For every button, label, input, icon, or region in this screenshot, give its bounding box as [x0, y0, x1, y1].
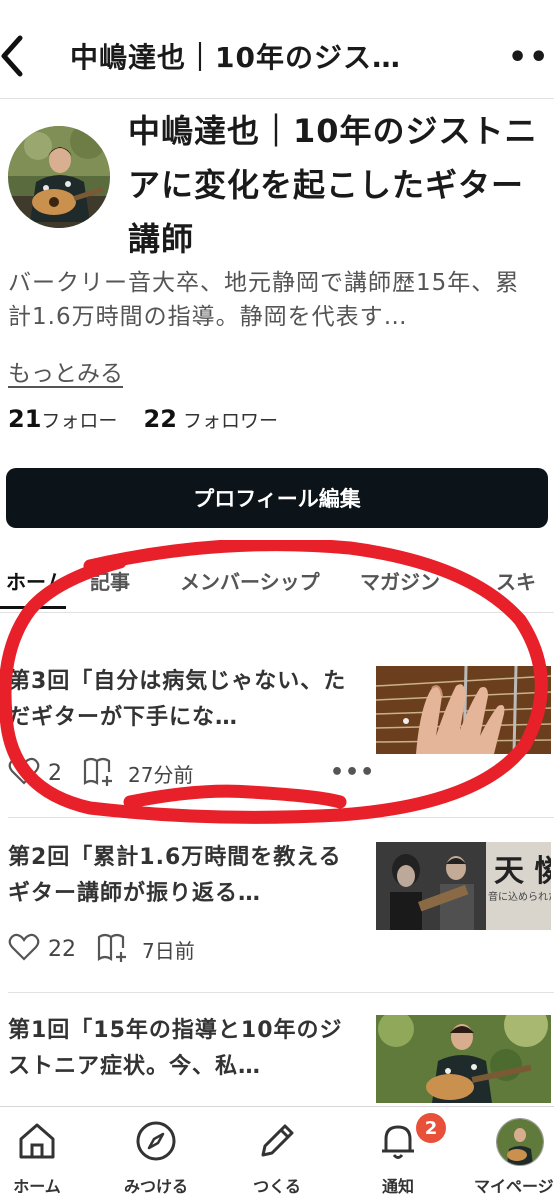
page-title: 中嶋達也｜10年のジス… [70, 41, 401, 74]
article-title[interactable]: 第1回「15年の指導と10年のジストニア症状。今、私… [8, 1013, 353, 1085]
bottom-navigation: ホーム みつける つくる 通知 マイページ [0, 1106, 554, 1200]
profile-bio: バークリー音大卒、地元静岡で講師歴15年、累計1.6万時間の指導。静岡を代表す… [8, 270, 520, 330]
article-meta: 2 27分前 [8, 756, 193, 791]
tab-home[interactable]: ホーム [6, 566, 65, 595]
nav-create[interactable]: つくる [222, 1107, 332, 1200]
article-timestamp: 27分前 [128, 763, 194, 787]
profile-name: 中嶋達也｜10年のジストニアに変化を起こしたギター講師 [128, 112, 538, 258]
article-thumbnail[interactable] [376, 666, 551, 754]
tab-likes[interactable]: スキ [496, 566, 536, 595]
top-bar: 中嶋達也｜10年のジス… ••• [0, 0, 554, 99]
article-thumbnail[interactable] [376, 1015, 551, 1103]
heart-icon[interactable] [8, 932, 40, 967]
home-icon [15, 1119, 59, 1163]
heart-icon[interactable] [8, 756, 40, 791]
article-timestamp: 7日前 [142, 939, 195, 963]
nav-mypage-label: マイページ [474, 1177, 554, 1196]
nav-discover-label: みつける [123, 1177, 188, 1196]
profile-tabs: ホーム 記事 メンバーシップ マガジン スキ [0, 556, 554, 613]
article-card[interactable]: 第3回「自分は病気じゃない、ただギターが下手にな… 2 27分前 ••• [0, 612, 554, 817]
more-options-icon[interactable]: ••• [508, 40, 554, 75]
like-count: 2 [48, 761, 62, 786]
nav-home[interactable]: ホーム [0, 1107, 92, 1200]
nav-home-label: ホーム [13, 1177, 61, 1196]
followers-count[interactable]: 22 [144, 405, 177, 433]
nav-create-label: つくる [253, 1177, 301, 1196]
article-more-icon[interactable]: ••• [330, 760, 375, 785]
notification-badge: 2 [416, 1113, 446, 1143]
follow-stats: 21フォロー 22 フォロワー [8, 405, 278, 433]
nav-notifications-label: 通知 [381, 1177, 414, 1196]
bell-icon [376, 1119, 420, 1163]
thumbnail-title: 天 憐 [494, 854, 551, 889]
magazine-add-icon[interactable] [82, 756, 116, 791]
article-card[interactable]: 第2回「累計1.6万時間を教えるギター講師が振り返る… 天 憐 音に込められた … [0, 818, 554, 993]
active-tab-indicator [0, 606, 66, 609]
show-more-link[interactable]: もっとみる [8, 354, 123, 388]
back-chevron-icon[interactable] [0, 34, 30, 78]
nav-discover[interactable]: みつける [101, 1107, 211, 1200]
article-title[interactable]: 第2回「累計1.6万時間を教えるギター講師が振り返る… [8, 840, 353, 912]
article-title[interactable]: 第3回「自分は病気じゃない、ただギターが下手にな… [8, 664, 353, 736]
profile-avatar [8, 126, 110, 228]
pencil-icon [255, 1119, 299, 1163]
compass-icon [134, 1119, 178, 1163]
tab-magazine[interactable]: マガジン [360, 566, 440, 595]
tab-membership[interactable]: メンバーシップ [180, 566, 320, 595]
nav-mypage[interactable]: マイページ [464, 1107, 554, 1200]
magazine-add-icon[interactable] [96, 932, 130, 967]
following-label[interactable]: フォロー [41, 410, 117, 432]
article-meta: 22 7日前 [8, 932, 195, 967]
edit-profile-button[interactable]: プロフィール編集 [6, 468, 548, 528]
article-card[interactable]: 第1回「15年の指導と10年のジストニア症状。今、私… [0, 993, 554, 1106]
followers-label[interactable]: フォロワー [183, 410, 278, 432]
following-count[interactable]: 21 [8, 405, 41, 433]
tab-articles[interactable]: 記事 [90, 566, 130, 595]
thumbnail-caption: 音に込められた [488, 892, 551, 903]
article-thumbnail[interactable]: 天 憐 音に込められた [376, 842, 551, 930]
like-count: 22 [48, 937, 76, 962]
avatar-icon [496, 1118, 544, 1166]
